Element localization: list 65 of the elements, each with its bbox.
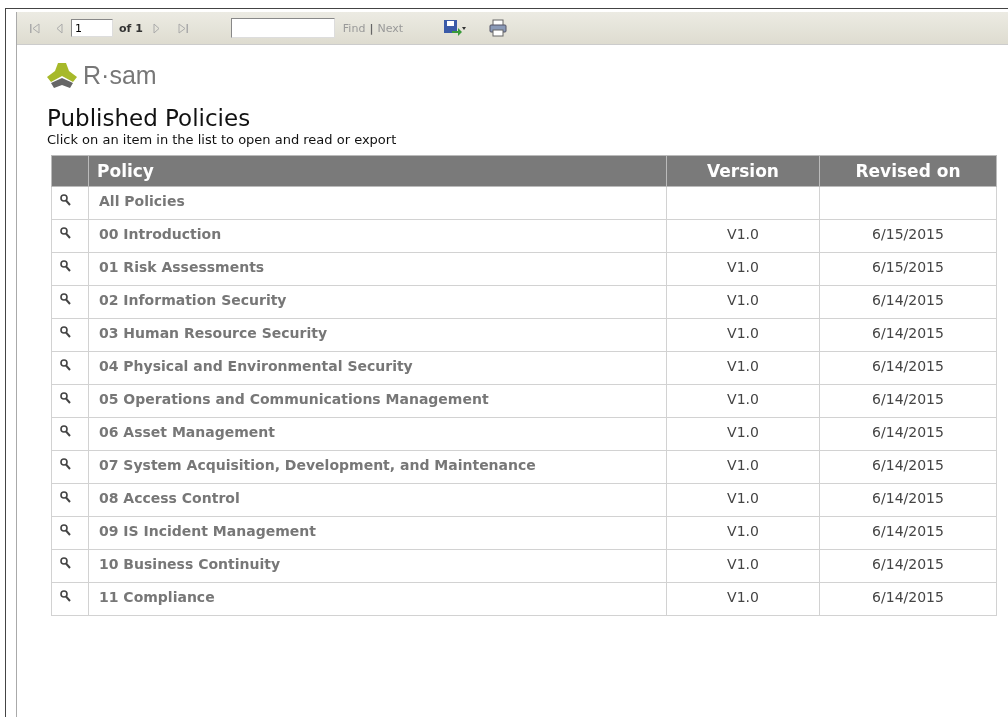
revised-date-cell: 6/14/2015 xyxy=(819,285,997,319)
policy-link[interactable]: 00 Introduction xyxy=(88,219,667,253)
version-cell: V1.0 xyxy=(666,252,820,286)
revised-date-cell: 6/14/2015 xyxy=(819,450,997,484)
policy-link[interactable]: 08 Access Control xyxy=(88,483,667,517)
version-cell: V1.0 xyxy=(666,285,820,319)
version-cell: V1.0 xyxy=(666,582,820,616)
policy-link[interactable]: 09 IS Incident Management xyxy=(88,516,667,550)
revised-date-cell: 6/15/2015 xyxy=(819,252,997,286)
revised-date-cell: 6/14/2015 xyxy=(819,351,997,385)
version-cell: V1.0 xyxy=(666,351,820,385)
search-icon[interactable] xyxy=(60,293,71,305)
search-icon[interactable] xyxy=(60,392,71,404)
find-field[interactable] xyxy=(230,18,335,38)
revised-date-cell: 6/14/2015 xyxy=(819,417,997,451)
find-link[interactable]: Find xyxy=(342,21,366,35)
revised-date-cell: 6/14/2015 xyxy=(819,582,997,616)
version-cell: V1.0 xyxy=(666,483,820,517)
search-icon[interactable] xyxy=(60,491,71,503)
logo-icon xyxy=(47,62,77,89)
policy-link[interactable]: 01 Risk Assessments xyxy=(88,252,667,286)
policy-link[interactable]: 03 Human Resource Security xyxy=(88,318,667,352)
version-cell: V1.0 xyxy=(666,417,820,451)
version-cell: V1.0 xyxy=(666,549,820,583)
revised-date-cell: 6/14/2015 xyxy=(819,549,997,583)
version-cell: V1.0 xyxy=(666,384,820,418)
save-dropdown-icon[interactable] xyxy=(443,19,468,37)
policy-link[interactable]: 05 Operations and Communications Management xyxy=(88,384,667,418)
policy-link[interactable]: 07 System Acquisition, Development, and Maintenance xyxy=(88,450,667,484)
page-number-field[interactable]: 1 xyxy=(71,19,113,37)
column-header: Version xyxy=(666,155,820,187)
search-icon[interactable] xyxy=(60,260,71,272)
version-cell: V1.0 xyxy=(666,516,820,550)
revised-date-cell: 6/14/2015 xyxy=(819,483,997,517)
revised-date-cell: 6/14/2015 xyxy=(819,318,997,352)
column-header: Revised on xyxy=(819,155,997,187)
search-icon[interactable] xyxy=(60,590,71,602)
policy-link[interactable]: 10 Business Continuity xyxy=(88,549,667,583)
search-icon[interactable] xyxy=(60,524,71,536)
link-separator: | xyxy=(369,21,374,35)
search-icon[interactable] xyxy=(60,557,71,569)
version-cell: V1.0 xyxy=(666,219,820,253)
policy-link[interactable]: 11 Compliance xyxy=(88,582,667,616)
revised-date-cell: 6/15/2015 xyxy=(819,219,997,253)
version-cell: V1.0 xyxy=(666,318,820,352)
column-header: Policy xyxy=(88,155,667,187)
policy-link[interactable]: 04 Physical and Environmental Security xyxy=(88,351,667,385)
logo-text: R·sam xyxy=(83,61,157,90)
policy-link[interactable]: All Policies xyxy=(88,186,667,220)
search-icon[interactable] xyxy=(60,227,71,239)
revised-date-cell: 6/14/2015 xyxy=(819,516,997,550)
revised-date-cell: 6/14/2015 xyxy=(819,384,997,418)
page-count: of 1 xyxy=(119,21,143,35)
printer-icon[interactable] xyxy=(489,19,508,37)
search-icon[interactable] xyxy=(60,425,71,437)
page-subtitle: Click on an item in the list to open and read or export xyxy=(47,132,398,147)
page-title: Published Policies xyxy=(47,104,252,132)
search-icon[interactable] xyxy=(60,458,71,470)
version-cell: V1.0 xyxy=(666,450,820,484)
next-link[interactable]: Next xyxy=(377,21,404,35)
policy-link[interactable]: 06 Asset Management xyxy=(88,417,667,451)
search-icon[interactable] xyxy=(60,326,71,338)
search-icon[interactable] xyxy=(60,194,71,206)
search-icon[interactable] xyxy=(60,359,71,371)
policy-link[interactable]: 02 Information Security xyxy=(88,285,667,319)
